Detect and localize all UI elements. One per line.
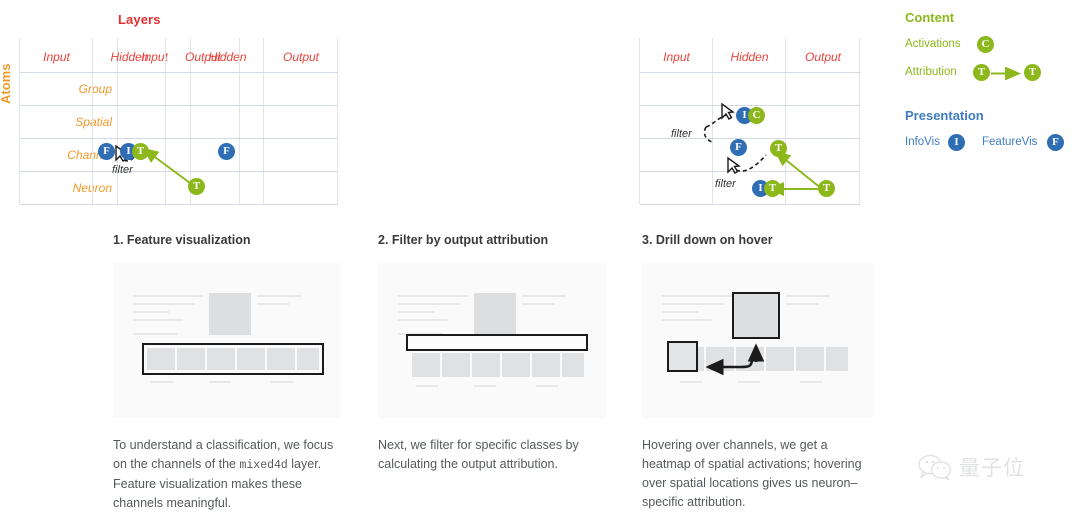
figure-canvas: Layers Atoms Input Hidden Output Group S…	[0, 0, 1080, 521]
grid-vline	[337, 38, 338, 204]
mock-text-line	[398, 319, 448, 321]
matrix-2-annotations	[115, 144, 191, 184]
taxonomy-grid-3: Input Hidden Output I C F T I T T filter…	[639, 38, 860, 205]
mock-text-line	[133, 311, 169, 313]
mock-text-line	[133, 303, 195, 305]
token-attribution[interactable]: T	[132, 143, 149, 160]
mock-text-line	[271, 381, 293, 383]
mock-text-line	[257, 303, 289, 305]
cursor-link	[735, 154, 767, 172]
cursor-icon	[727, 156, 741, 174]
step-2-heading: 2. Filter by output attribution	[378, 233, 549, 247]
step-3-body: Hovering over channels, we get a heatmap…	[642, 438, 862, 509]
step-3-heading: 3. Drill down on hover	[642, 233, 773, 247]
step-1-body: To understand a classification, we focus…	[113, 436, 341, 513]
mock-text-line	[398, 303, 460, 305]
step-2-body: Next, we filter for specific classes by …	[378, 438, 579, 471]
token-attribution-output[interactable]: T	[188, 178, 205, 195]
token-attribution-output[interactable]: T	[818, 180, 835, 197]
token-infovis-legend: I	[948, 134, 965, 151]
attribution-arrow	[774, 150, 823, 190]
filter-label: filter	[715, 178, 736, 190]
drilldown-arrows	[705, 343, 765, 376]
cursor-link	[703, 126, 715, 144]
mock-tile	[412, 353, 440, 377]
legend-arrow-icon	[991, 67, 1021, 80]
legend-label-featurevis: FeatureVis	[982, 136, 1038, 148]
step-panel-3: 3. Drill down on hover Hovering over cha…	[642, 233, 874, 512]
atoms-axis-title: Atoms	[0, 63, 13, 104]
token-featurevis[interactable]: F	[98, 143, 115, 160]
legend: Content Activations C Attribution T T Pr…	[905, 10, 1080, 156]
col-header-output: Output	[282, 50, 320, 64]
legend-presentation-title: Presentation	[905, 108, 984, 123]
taxonomy-grid-2: Input Hidden Output F I T T filter	[19, 38, 240, 205]
step-1-thumbnail[interactable]	[113, 263, 341, 418]
step-panel-2: 2. Filter by output attribution Next, we…	[378, 233, 606, 474]
token-attribution-channel[interactable]: T	[770, 140, 787, 157]
mock-text-line	[257, 295, 301, 297]
mock-text-line	[474, 385, 496, 387]
wechat-icon	[918, 454, 952, 480]
filter-label: filter	[112, 164, 133, 176]
legend-label-activations: Activations	[905, 38, 961, 50]
cursor-icon	[721, 102, 735, 120]
step-3-thumbnail[interactable]	[642, 263, 874, 418]
token-activations[interactable]: C	[748, 107, 765, 124]
hover-left-arrow	[705, 358, 754, 376]
legend-row-attribution: Attribution T T	[905, 62, 1080, 86]
mock-text-line	[416, 385, 438, 387]
watermark: 量子位	[918, 452, 1025, 482]
legend-row-presentation: InfoVis I FeatureVis F	[905, 132, 1080, 156]
token-featurevis-legend: F	[1047, 134, 1064, 151]
watermark-text: 量子位	[959, 456, 1025, 480]
mock-text-line	[522, 303, 554, 305]
mock-text-line	[133, 295, 203, 297]
token-featurevis[interactable]: F	[730, 139, 747, 156]
attribution-arrow	[142, 147, 191, 184]
mock-text-line	[133, 333, 177, 335]
mock-tile	[472, 353, 500, 377]
token-attribution-legend-from: T	[973, 64, 990, 81]
mock-text-line	[209, 381, 231, 383]
step-1-heading: 1. Feature visualization	[113, 233, 251, 247]
token-attribution-neuron[interactable]: T	[764, 180, 781, 197]
mock-tile	[442, 353, 470, 377]
mock-text-line	[151, 381, 173, 383]
step-2-thumbnail[interactable]	[378, 263, 606, 418]
grid-vline	[263, 38, 264, 204]
legend-label-attribution: Attribution	[905, 66, 957, 78]
mock-tile	[502, 353, 530, 377]
mock-tile	[562, 353, 584, 377]
mock-text-line	[398, 311, 434, 313]
legend-label-infovis: InfoVis	[905, 136, 940, 148]
mock-text-line	[536, 385, 558, 387]
mock-text-line	[522, 295, 566, 297]
step-1-layer-name: mixed4d	[239, 459, 288, 472]
token-activations-legend: C	[977, 36, 994, 53]
token-attribution-legend-to: T	[1024, 64, 1041, 81]
highlight-filter-bar	[406, 334, 588, 351]
mock-ui	[113, 263, 341, 418]
mock-tile	[532, 353, 560, 377]
filter-label: filter	[671, 128, 692, 140]
mock-hero-image	[474, 293, 516, 335]
legend-row-activations: Activations C	[905, 34, 1080, 58]
mock-text-line	[398, 295, 468, 297]
highlight-channel-row	[142, 343, 324, 375]
mock-text-line	[133, 319, 183, 321]
legend-content-title: Content	[905, 10, 955, 25]
step-panel-1: 1. Feature visualization To understand a…	[113, 233, 341, 513]
mock-hero-image	[209, 293, 251, 335]
layers-axis-title: Layers	[118, 12, 161, 27]
